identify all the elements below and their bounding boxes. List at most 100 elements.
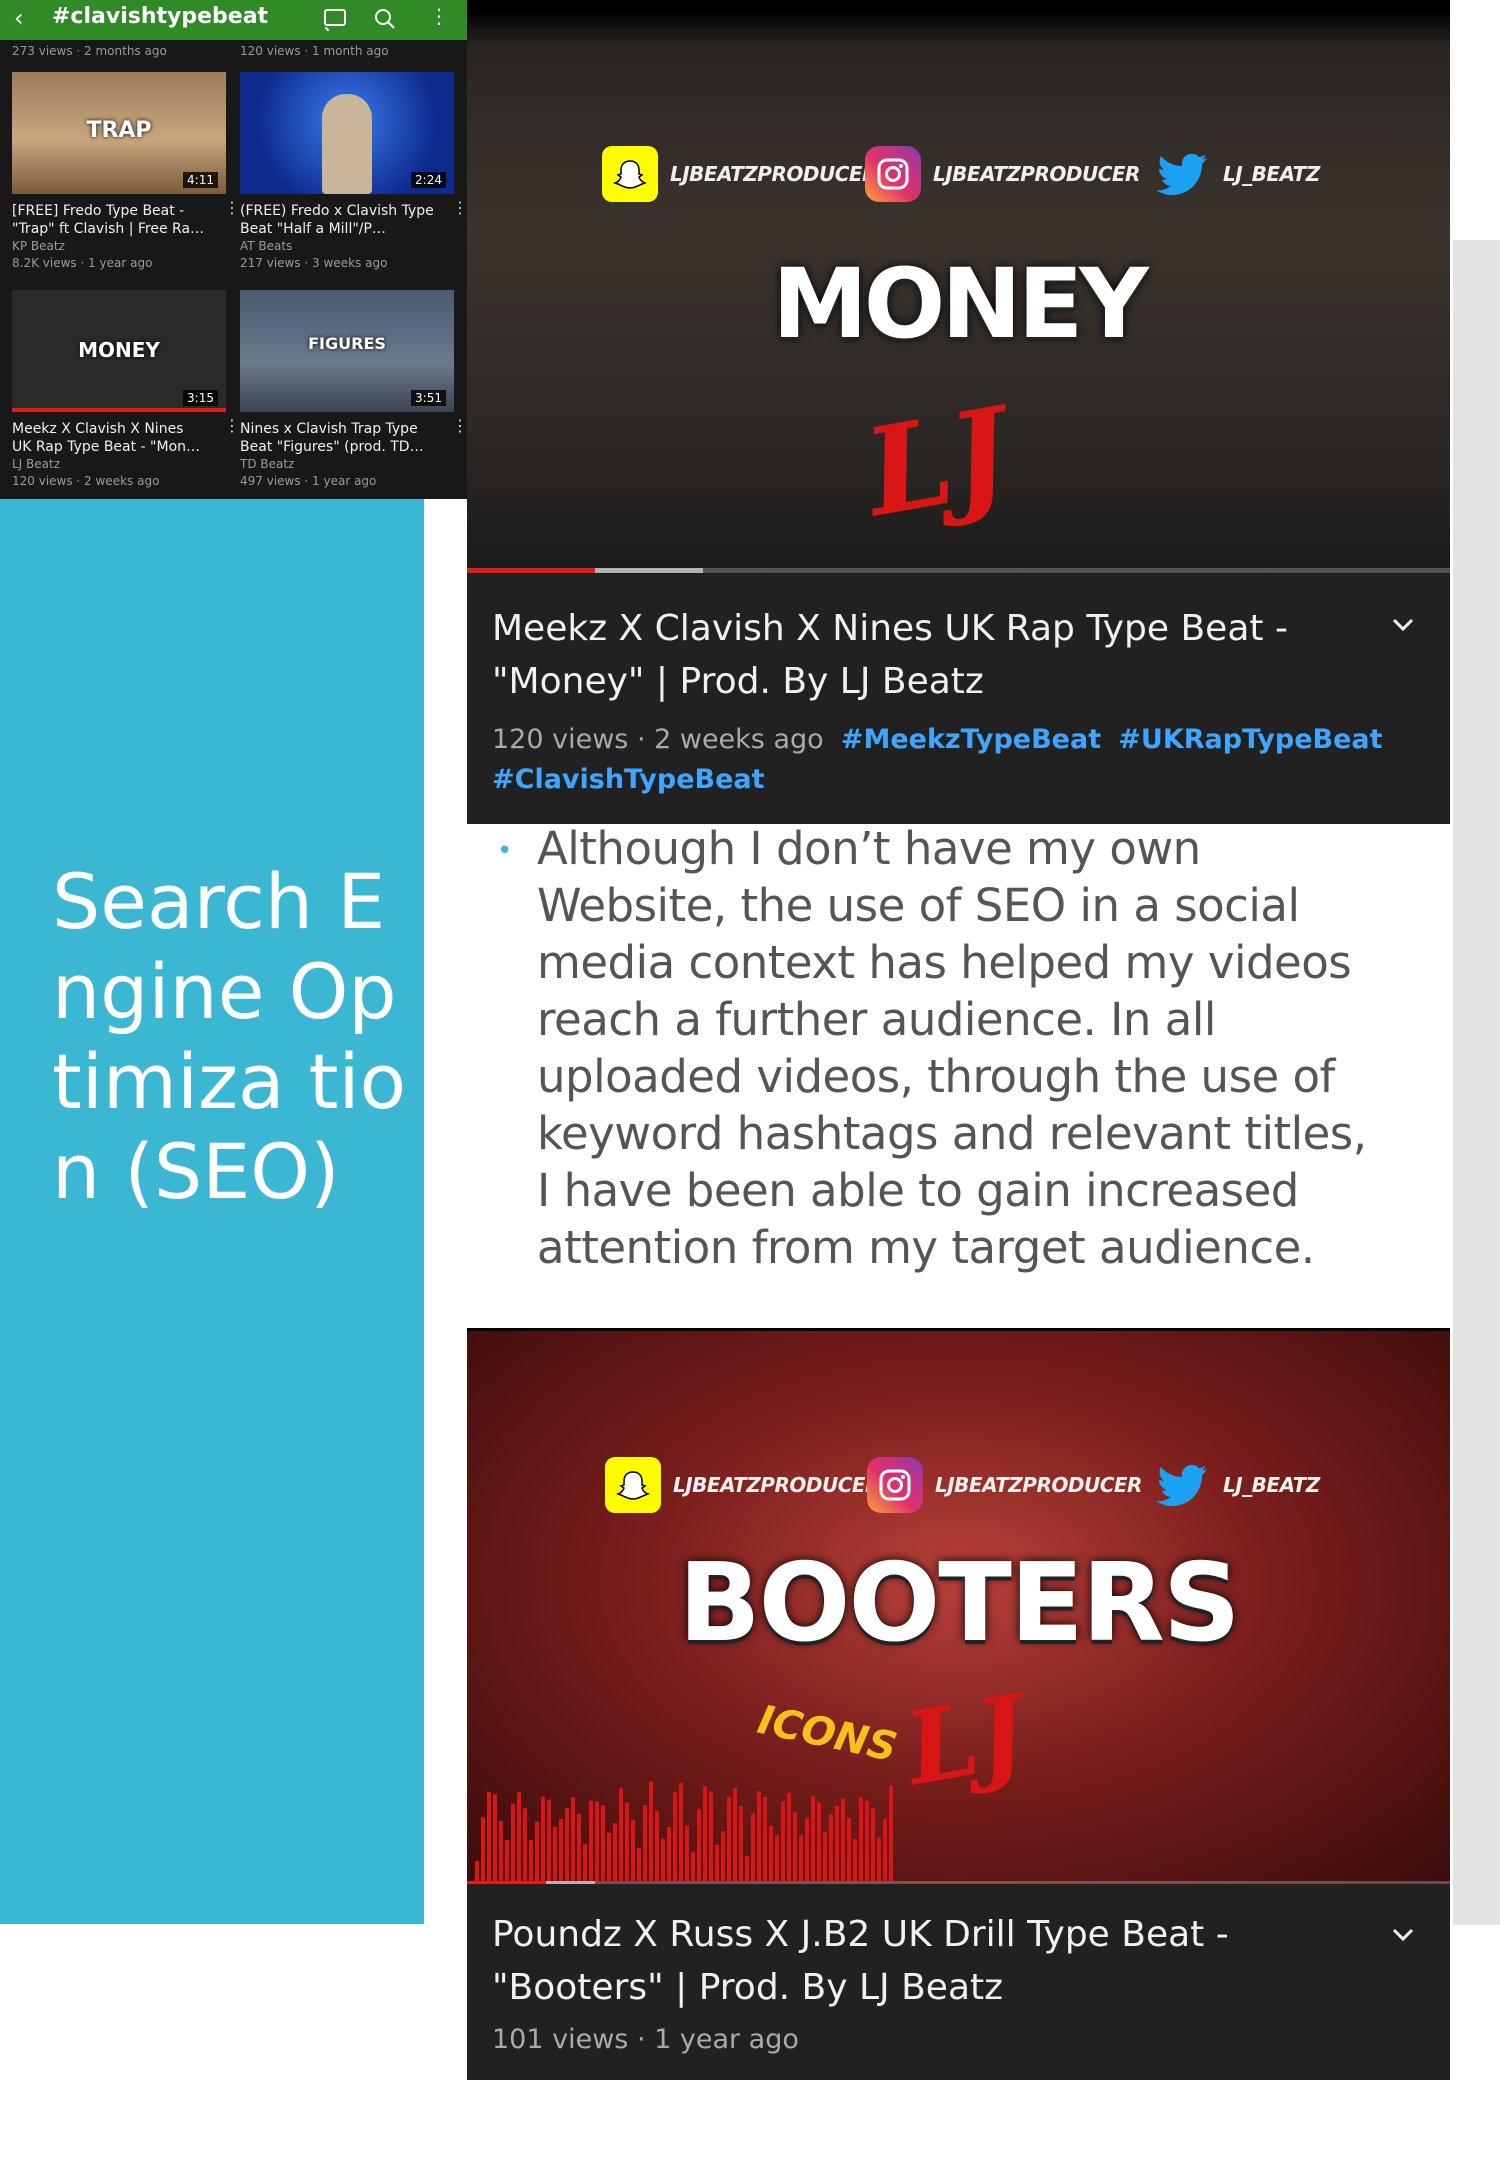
visualizer-bar bbox=[817, 1802, 821, 1881]
snapchat-icon bbox=[602, 146, 658, 202]
video-thumbnail[interactable]: TRAP 4:11 bbox=[12, 72, 226, 194]
channel-name[interactable]: AT Beats bbox=[240, 238, 454, 255]
video-progress-bar[interactable] bbox=[467, 568, 1450, 573]
visualizer-bar bbox=[493, 1794, 497, 1881]
played-bar bbox=[467, 568, 595, 573]
visualizer-bar bbox=[661, 1838, 665, 1881]
twitter-handle: LJ_BEATZ bbox=[1155, 1457, 1320, 1513]
video-stats: 120 views · 2 weeks ago bbox=[12, 474, 160, 488]
visualizer-bar bbox=[745, 1855, 749, 1881]
visualizer-bar bbox=[703, 1786, 707, 1881]
slide-title: Search Engine Optimiza tion (SEO) bbox=[52, 857, 407, 1216]
thumbnail-text: FIGURES bbox=[308, 334, 386, 353]
more-icon[interactable]: ⋮ bbox=[452, 416, 467, 435]
bullet-marker: • bbox=[497, 836, 513, 866]
overlay-title-money: MONEY bbox=[772, 248, 1149, 360]
visualizer-bar bbox=[523, 1808, 527, 1881]
video-thumbnail[interactable]: FIGURES 3:51 bbox=[240, 290, 454, 412]
visualizer-bar bbox=[841, 1798, 845, 1881]
visualizer-bar bbox=[535, 1821, 539, 1881]
cast-icon[interactable] bbox=[322, 4, 348, 34]
visualizer-bar bbox=[769, 1825, 773, 1881]
search-query[interactable]: #clavishtypebeat bbox=[52, 4, 268, 29]
twitter-icon bbox=[1155, 146, 1211, 202]
visualizer-bar bbox=[559, 1819, 563, 1881]
snapchat-handle: LJBEATZPRODUCER bbox=[602, 146, 877, 202]
back-icon[interactable]: ‹ bbox=[14, 4, 24, 32]
instagram-handle: LJBEATZPRODUCER bbox=[865, 146, 1140, 202]
instagram-handle-text: LJBEATZPRODUCER bbox=[935, 1473, 1142, 1497]
visualizer-bar bbox=[529, 1839, 533, 1881]
visualizer-bar bbox=[811, 1796, 815, 1881]
visualizer-bar bbox=[583, 1843, 587, 1881]
video-thumbnail[interactable]: MONEY 3:15 bbox=[12, 290, 226, 412]
video-title[interactable]: Poundz X Russ X J.B2 UK Drill Type Beat … bbox=[492, 1908, 1352, 2014]
visualizer-bar bbox=[835, 1806, 839, 1881]
video-stats: 120 views · 2 weeks ago bbox=[492, 724, 824, 755]
instagram-handle-text: LJBEATZPRODUCER bbox=[933, 162, 1140, 186]
video-stats: 217 views · 3 weeks ago bbox=[240, 256, 388, 270]
video-card[interactable]: MONEY 3:15 Meekz X Clavish X Nines UK Ra… bbox=[12, 290, 240, 490]
channel-name[interactable]: KP Beatz bbox=[12, 238, 226, 255]
visualizer-bar bbox=[787, 1793, 791, 1881]
visualizer-bar bbox=[499, 1820, 503, 1881]
search-icon[interactable] bbox=[372, 4, 398, 34]
video-card[interactable]: TRAP 4:11 [FREE] Fredo Type Beat - "Trap… bbox=[12, 72, 240, 272]
video-title[interactable]: (FREE) Fredo x Clavish Type Beat "Half a… bbox=[240, 202, 434, 238]
visualizer-bar bbox=[781, 1801, 785, 1881]
video-title[interactable]: Meekz X Clavish X Nines UK Rap Type Beat… bbox=[492, 602, 1352, 708]
visualizer-bar bbox=[571, 1797, 575, 1881]
twitter-icon bbox=[1155, 1457, 1211, 1513]
video-info-money: Meekz X Clavish X Nines UK Rap Type Beat… bbox=[467, 574, 1450, 824]
channel-name[interactable]: TD Beatz bbox=[240, 456, 454, 473]
visualizer-bar bbox=[649, 1781, 653, 1881]
visualizer-bar bbox=[691, 1851, 695, 1881]
audio-visualizer bbox=[475, 1781, 893, 1881]
more-options-icon[interactable]: ⋮ bbox=[426, 4, 452, 34]
visualizer-bar bbox=[547, 1799, 551, 1881]
video-title[interactable]: [FREE] Fredo Type Beat - "Trap" ft Clavi… bbox=[12, 202, 206, 238]
chevron-down-icon[interactable] bbox=[1388, 610, 1418, 640]
visualizer-bar bbox=[715, 1844, 719, 1881]
visualizer-bar bbox=[475, 1861, 479, 1881]
visualizer-bar bbox=[679, 1782, 683, 1881]
right-edge-strip bbox=[1453, 240, 1500, 1925]
snapchat-handle: LJBEATZPRODUCER bbox=[605, 1457, 880, 1513]
video-card[interactable]: FIGURES 3:51 Nines x Clavish Trap Type B… bbox=[240, 290, 467, 490]
visualizer-bar bbox=[541, 1796, 545, 1881]
chevron-down-icon[interactable] bbox=[1388, 1920, 1418, 1950]
video-thumbnail[interactable]: 2:24 bbox=[240, 72, 454, 194]
more-icon[interactable]: ⋮ bbox=[452, 198, 467, 217]
video-card[interactable]: 2:24 (FREE) Fredo x Clavish Type Beat "H… bbox=[240, 72, 467, 272]
visualizer-bar bbox=[685, 1825, 689, 1881]
thumbnail-text: MONEY bbox=[78, 338, 160, 362]
prev-row-stats: 273 views · 2 months ago bbox=[12, 44, 167, 58]
video-player-booters[interactable]: LJBEATZPRODUCER LJBEATZPRODUCER LJ_BEATZ… bbox=[467, 1328, 1450, 1884]
video-player-money[interactable]: LJBEATZPRODUCER LJBEATZPRODUCER LJ_BEATZ… bbox=[467, 0, 1450, 574]
visualizer-bar bbox=[751, 1813, 755, 1881]
more-icon[interactable]: ⋮ bbox=[224, 198, 240, 217]
visualizer-bar bbox=[487, 1791, 491, 1881]
hashtag-link[interactable]: #ClavishTypeBeat bbox=[492, 764, 765, 795]
visualizer-bar bbox=[727, 1796, 731, 1881]
visualizer-bar bbox=[607, 1832, 611, 1881]
video-title[interactable]: Meekz X Clavish X Nines UK Rap Type Beat… bbox=[12, 420, 206, 456]
visualizer-bar bbox=[697, 1809, 701, 1881]
visualizer-bar bbox=[517, 1792, 521, 1881]
video-stats: 497 views · 1 year ago bbox=[240, 474, 377, 488]
visualizer-bar bbox=[553, 1826, 557, 1881]
twitter-handle-text: LJ_BEATZ bbox=[1223, 1473, 1320, 1497]
visualizer-bar bbox=[763, 1796, 767, 1881]
more-icon[interactable]: ⋮ bbox=[224, 416, 240, 435]
visualizer-bar bbox=[643, 1805, 647, 1881]
visualizer-bar bbox=[667, 1827, 671, 1881]
hashtag-link[interactable]: #MeekzTypeBeat bbox=[841, 724, 1101, 755]
duration-badge: 4:11 bbox=[183, 172, 218, 188]
visualizer-bar bbox=[823, 1831, 827, 1881]
channel-name[interactable]: LJ Beatz bbox=[12, 456, 226, 473]
video-meta: 120 views · 2 weeks ago #MeekzTypeBeat #… bbox=[492, 720, 1392, 800]
visualizer-bar bbox=[619, 1787, 623, 1881]
hashtag-link[interactable]: #UKRapTypeBeat bbox=[1118, 724, 1382, 755]
video-title[interactable]: Nines x Clavish Trap Type Beat "Figures"… bbox=[240, 420, 434, 456]
visualizer-bar bbox=[565, 1808, 569, 1881]
